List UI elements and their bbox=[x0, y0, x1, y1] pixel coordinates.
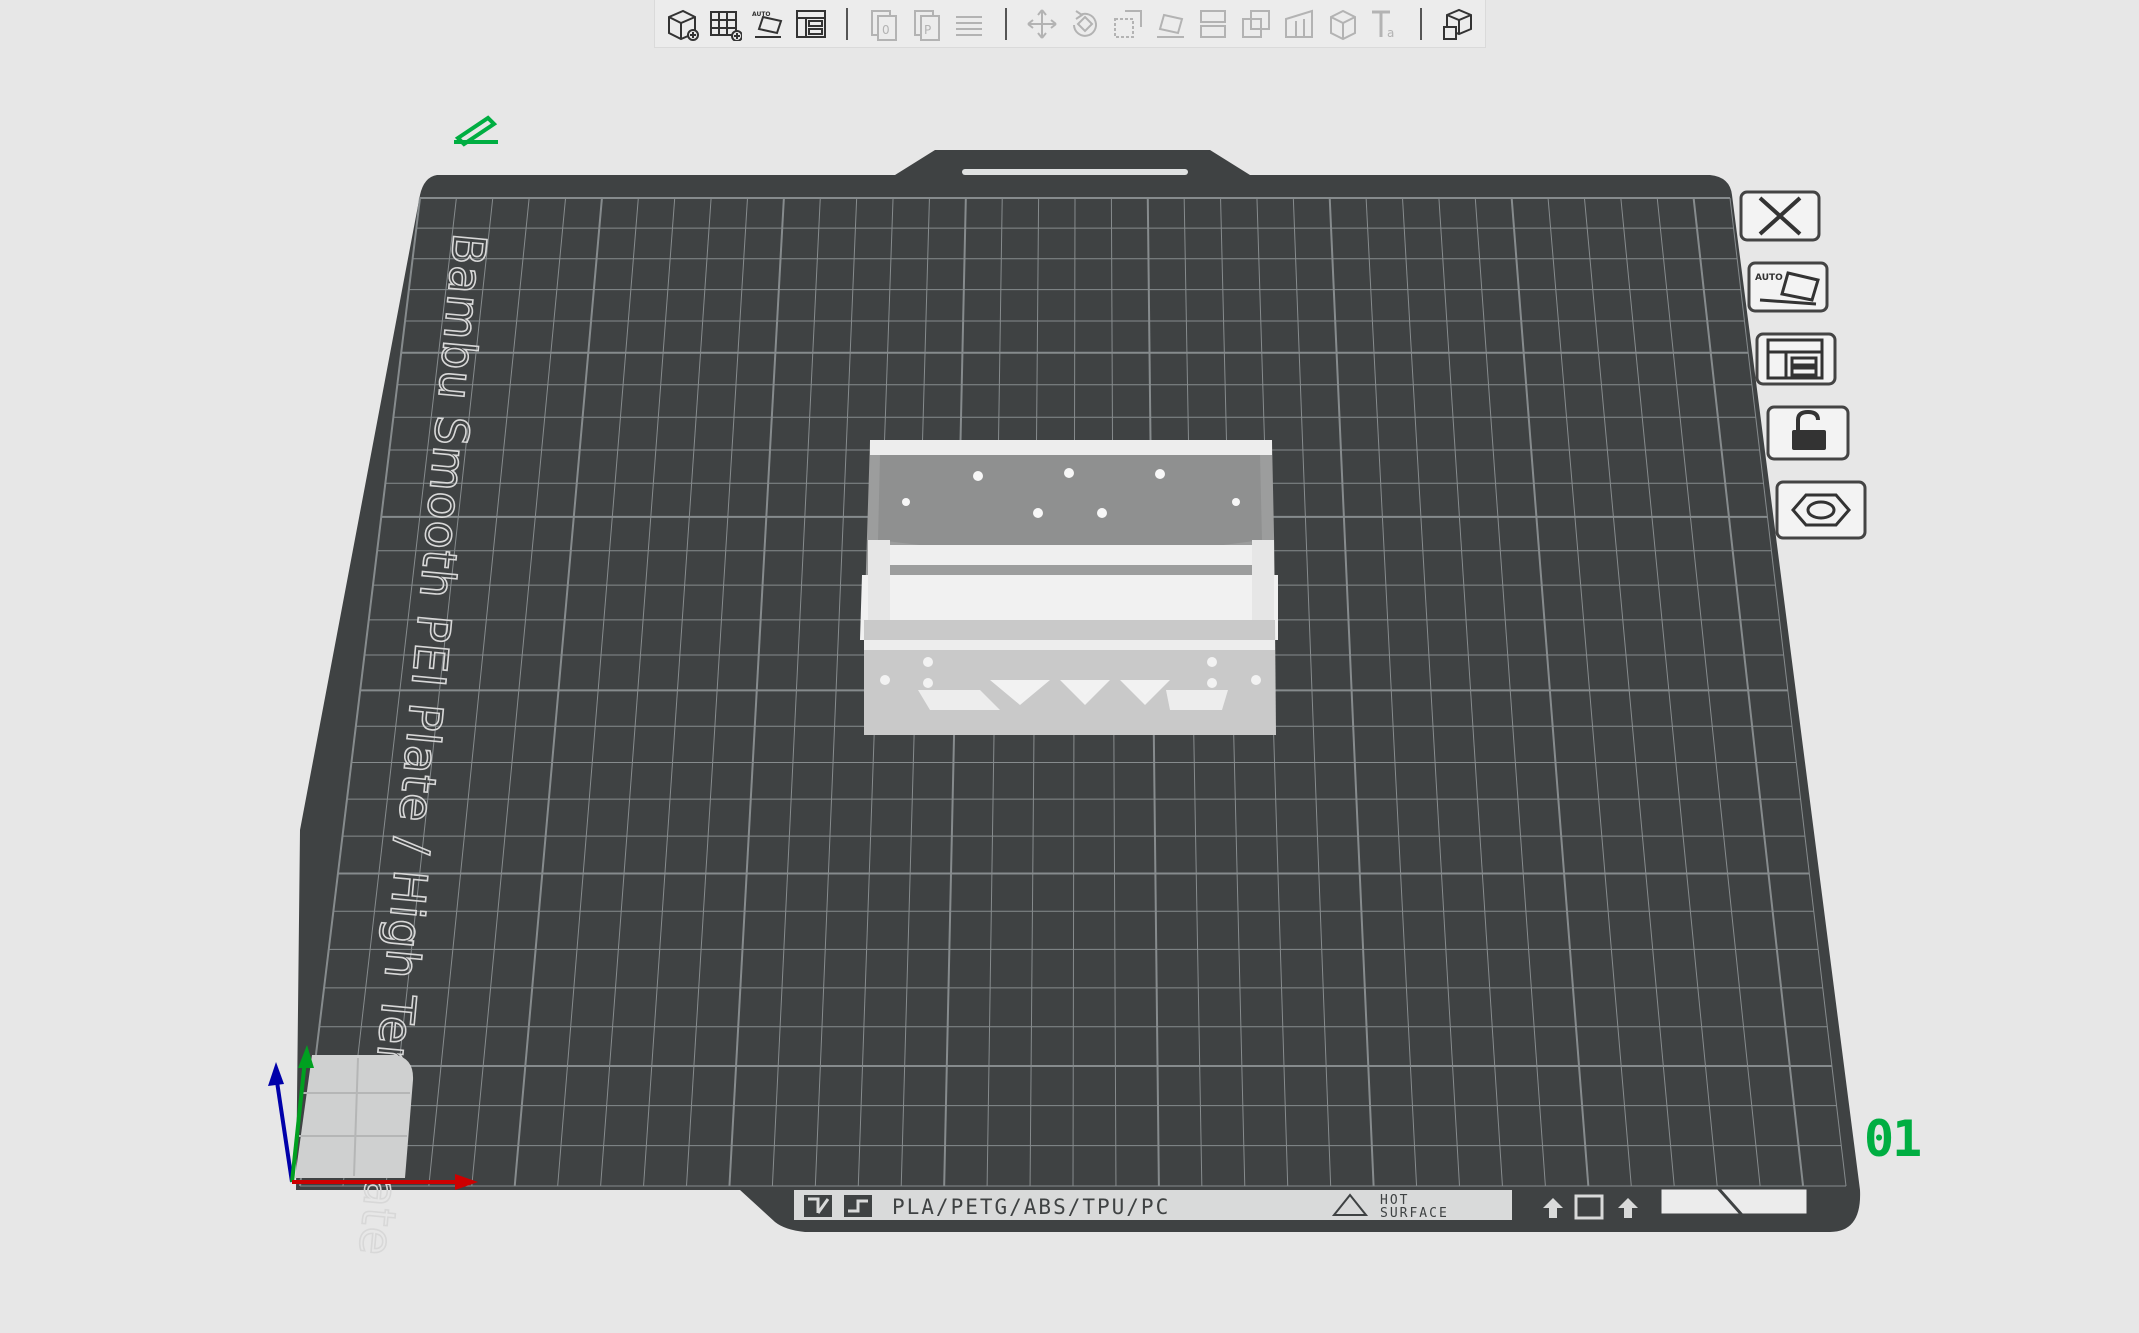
lock-plate-button[interactable] bbox=[1766, 405, 1850, 461]
plate-materials-label: PLA/PETG/ABS/TPU/PC bbox=[892, 1195, 1170, 1219]
plate-number-label: 01 bbox=[1864, 1110, 1922, 1168]
plate-info-strip: PLA/PETG/ABS/TPU/PC HOT SURFACE bbox=[794, 1190, 1512, 1221]
plate-corner-tab bbox=[1658, 1186, 1810, 1217]
hot-surface-line2: SURFACE bbox=[1380, 1206, 1449, 1221]
plate-arrange-layout-button[interactable] bbox=[1755, 332, 1837, 386]
printed-model-enclosure[interactable] bbox=[860, 440, 1278, 735]
plate-settings-button[interactable] bbox=[1775, 480, 1867, 540]
3d-viewport[interactable]: Bambu Smooth PEI Plate / High Temp Plate… bbox=[0, 0, 2139, 1333]
delete-plate-button[interactable] bbox=[1739, 190, 1821, 242]
edit-plate-name-icon[interactable] bbox=[454, 115, 498, 147]
plate-handle-slot bbox=[962, 169, 1188, 175]
arrange-plate-button[interactable]: AUTO bbox=[1747, 261, 1829, 313]
svg-text:AUTO: AUTO bbox=[1755, 273, 1783, 283]
